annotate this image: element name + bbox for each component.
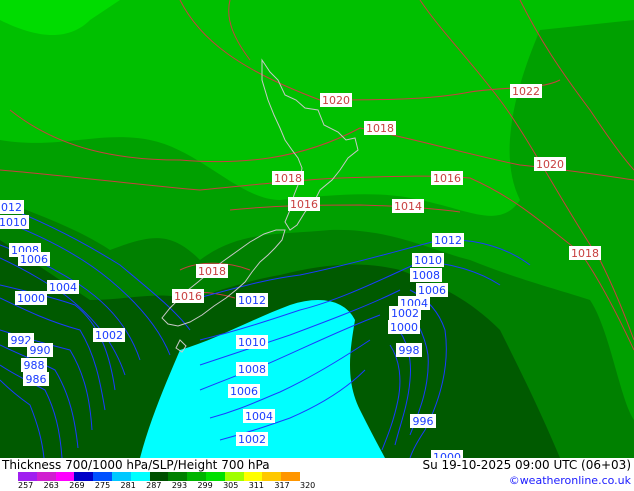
isobar-label: 1002 <box>391 307 419 320</box>
isobar-label: 1000 <box>390 321 418 334</box>
legend-swatch <box>205 472 225 481</box>
isobar-label: 1004 <box>245 410 273 423</box>
isobar-label: 988 <box>24 359 45 372</box>
isobar-label: 1012 <box>434 234 462 247</box>
isobar-label: 1020 <box>536 158 564 171</box>
isobar-label: 998 <box>399 344 420 357</box>
map-title: Thickness 700/1000 hPa/SLP/Height 700 hP… <box>2 458 270 472</box>
isobar-label: 1018 <box>366 122 394 135</box>
legend-swatch <box>168 472 188 481</box>
copyright[interactable]: ©weatheronline.co.uk <box>509 474 631 488</box>
legend-tick: 320 <box>300 481 316 490</box>
legend-swatch <box>55 472 75 481</box>
legend-swatch <box>93 472 112 481</box>
isobar-label: 1010 <box>414 254 442 267</box>
legend-tick: 287 <box>146 481 162 490</box>
legend-swatch <box>243 472 263 481</box>
legend-swatch <box>130 472 150 481</box>
legend-tick: 275 <box>94 481 111 490</box>
legend-swatch <box>281 472 300 481</box>
legend-swatch <box>36 472 56 481</box>
map-datetime: Su 19-10-2025 09:00 UTC (06+03) <box>422 458 631 472</box>
isobar-label: 1018 <box>571 247 599 260</box>
legend-tick: 281 <box>120 481 136 490</box>
legend-swatch <box>262 472 282 481</box>
isobar-label: 1018 <box>198 265 226 278</box>
legend-tick: 293 <box>171 481 188 490</box>
legend-swatch <box>187 472 206 481</box>
isobar-label: 1002 <box>95 329 123 342</box>
isobar-label: 1020 <box>322 94 350 107</box>
isobar-label: 990 <box>30 344 51 357</box>
legend-tick: 305 <box>223 481 239 490</box>
legend-swatch <box>74 472 94 481</box>
legend-tick: 257 <box>18 481 34 490</box>
isobar-label: 1006 <box>418 284 446 297</box>
isobar-label: 1016 <box>174 290 202 303</box>
isobar-label: 1006 <box>230 385 258 398</box>
isobar-label: 1000 <box>17 292 45 305</box>
isobar-label: 1004 <box>49 281 77 294</box>
legend-swatch <box>18 472 37 481</box>
isobar-label: 996 <box>413 415 434 428</box>
legend-tick: 299 <box>197 481 213 490</box>
isobar-label: 1012 <box>238 294 266 307</box>
color-legend <box>18 472 300 481</box>
legend-tick: 269 <box>69 481 85 490</box>
isobar-label: 1010 <box>0 216 27 229</box>
isobar-label: 1016 <box>290 198 318 211</box>
legend-tick: 311 <box>248 481 264 490</box>
isobar-label: 1008 <box>238 363 266 376</box>
isobar-label: 1016 <box>433 172 461 185</box>
legend-swatch <box>149 472 169 481</box>
isobar-label: 1010 <box>238 336 266 349</box>
legend-swatch <box>111 472 131 481</box>
weather-map: 1022 1020 1018 1020 1018 1016 1016 1014 … <box>0 0 634 458</box>
map-footer: Thickness 700/1000 hPa/SLP/Height 700 hP… <box>0 458 634 490</box>
isobar-label: 1006 <box>20 253 48 266</box>
isobar-label: 1022 <box>512 85 540 98</box>
legend-swatch <box>224 472 244 481</box>
isobar-label: 1014 <box>394 200 422 213</box>
isobar-label: 1012 <box>0 201 22 214</box>
isobar-label: 986 <box>26 373 47 386</box>
isobar-label: 1000 <box>433 451 461 458</box>
legend-tick: 317 <box>274 481 290 490</box>
isobar-label: 1018 <box>274 172 302 185</box>
legend-tick: 263 <box>43 481 59 490</box>
isobar-label: 1008 <box>412 269 440 282</box>
isobar-label: 1002 <box>238 433 266 446</box>
